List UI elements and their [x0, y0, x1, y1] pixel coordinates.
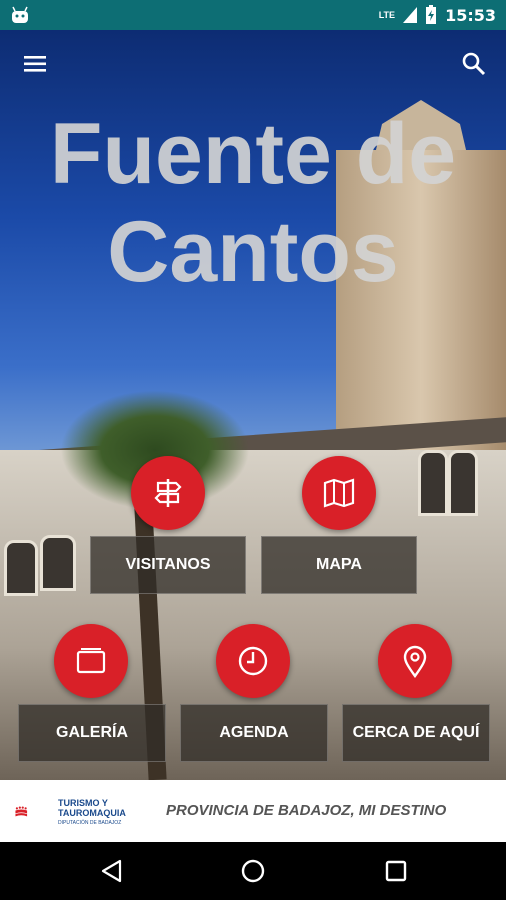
- window: [448, 450, 478, 516]
- page-title: Fuente de Cantos: [49, 106, 457, 300]
- footer-tagline: PROVINCIA DE BADAJOZ, MI DESTINO: [166, 802, 447, 819]
- logo-subtext: DIPUTACIÓN DE BADAJOZ: [58, 820, 122, 826]
- location-pin-icon: [403, 645, 427, 679]
- network-type: LTE: [378, 10, 396, 20]
- mapa-button[interactable]: MAPA: [261, 536, 417, 594]
- logo-line1: TURISMO Y: [58, 798, 108, 808]
- navigation-bar: [0, 842, 506, 900]
- status-bar: LTE 15:53: [0, 0, 506, 30]
- hamburger-menu-icon[interactable]: [22, 50, 50, 78]
- signal-icon: [403, 7, 418, 23]
- visitanos-icon-button[interactable]: [131, 456, 205, 530]
- search-icon[interactable]: [460, 50, 488, 78]
- window: [418, 450, 448, 516]
- agenda-button[interactable]: AGENDA: [180, 704, 328, 762]
- mapa-icon-button[interactable]: [302, 456, 376, 530]
- android-notification-icon: [12, 6, 28, 23]
- recents-icon[interactable]: [382, 857, 410, 885]
- map-icon: [323, 478, 355, 508]
- battery-icon: [426, 5, 437, 24]
- logo-line2: TAUROMAQUIA: [58, 808, 126, 818]
- clock: 15:53: [445, 5, 496, 25]
- turismo-logo: [15, 806, 28, 817]
- galeria-icon-button[interactable]: [54, 624, 128, 698]
- cerca-de-aqui-button[interactable]: CERCA DE AQUÍ: [342, 704, 490, 762]
- gallery-icon: [76, 648, 106, 674]
- galeria-button[interactable]: GALERÍA: [18, 704, 166, 762]
- agenda-icon-button[interactable]: [216, 624, 290, 698]
- signpost-icon: [154, 479, 182, 507]
- visitanos-button[interactable]: VISITANOS: [90, 536, 246, 594]
- footer-banner: TURISMO Y TAUROMAQUIA DIPUTACIÓN DE BADA…: [0, 780, 506, 842]
- clock-icon: [238, 646, 268, 676]
- back-icon[interactable]: [98, 857, 126, 885]
- home-icon[interactable]: [239, 857, 267, 885]
- cerca-icon-button[interactable]: [378, 624, 452, 698]
- window: [40, 535, 76, 591]
- logo-text: TURISMO Y TAUROMAQUIA: [58, 798, 126, 818]
- window: [4, 540, 38, 596]
